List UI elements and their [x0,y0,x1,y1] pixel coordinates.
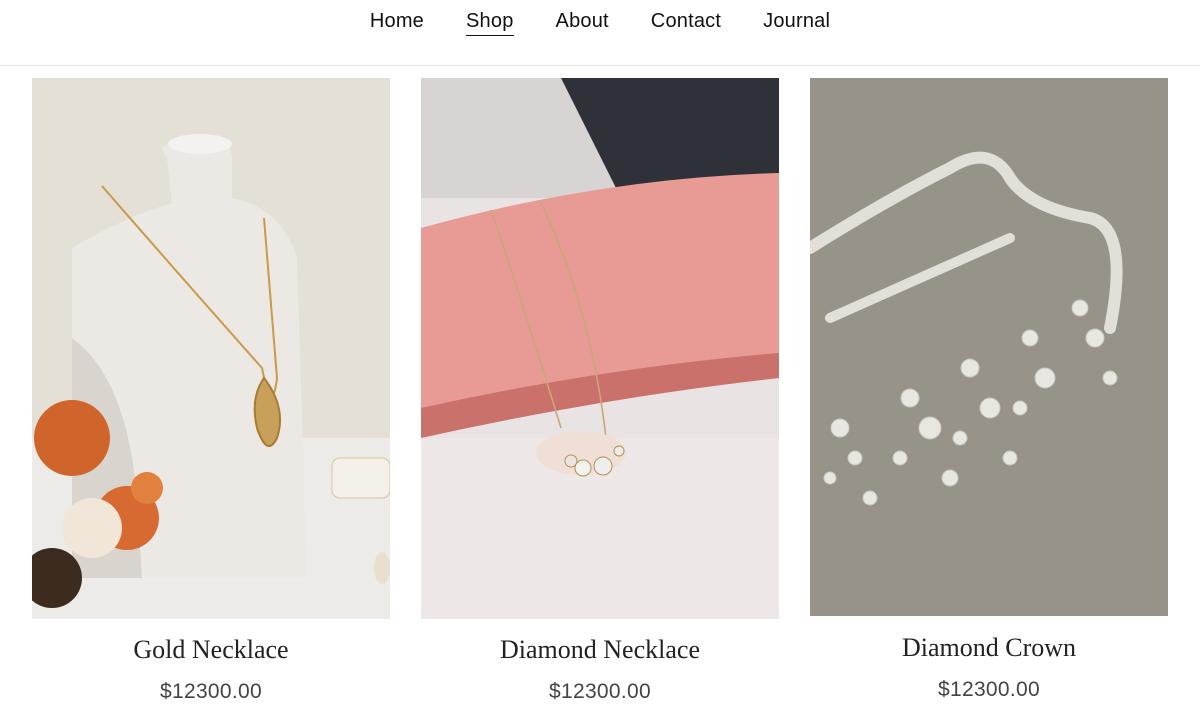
product-title[interactable]: Gold Necklace [32,635,390,665]
product-card-diamond-necklace[interactable]: Diamond Necklace $12300.00 [421,78,779,704]
product-card-gold-necklace[interactable]: Gold Necklace $12300.00 [32,78,390,704]
diamond-necklace-photo [421,78,779,619]
product-image-diamond-necklace[interactable] [421,78,779,619]
product-card-diamond-crown[interactable]: Diamond Crown $12300.00 [810,78,1168,702]
nav-link-home[interactable]: Home [370,10,424,35]
gold-necklace-photo [32,78,390,619]
nav-item-about: About [556,10,609,36]
nav-menu: Home Shop About Contact Journal [0,10,1200,36]
product-price: $12300.00 [549,680,651,703]
nav-link-shop[interactable]: Shop [466,10,514,36]
product-price: $12300.00 [160,680,262,703]
product-price: $12300.00 [938,678,1040,701]
top-navigation: Home Shop About Contact Journal [0,0,1200,66]
nav-item-contact: Contact [651,10,721,36]
nav-item-home: Home [370,10,424,36]
product-title[interactable]: Diamond Crown [810,633,1168,663]
product-title[interactable]: Diamond Necklace [421,635,779,665]
nav-item-journal: Journal [763,10,830,36]
nav-link-contact[interactable]: Contact [651,10,721,35]
diamond-crown-photo [810,78,1168,616]
nav-item-shop: Shop [466,10,514,36]
product-image-diamond-crown[interactable] [810,78,1168,616]
nav-link-journal[interactable]: Journal [763,10,830,35]
product-image-gold-necklace[interactable] [32,78,390,619]
nav-link-about[interactable]: About [556,10,609,35]
